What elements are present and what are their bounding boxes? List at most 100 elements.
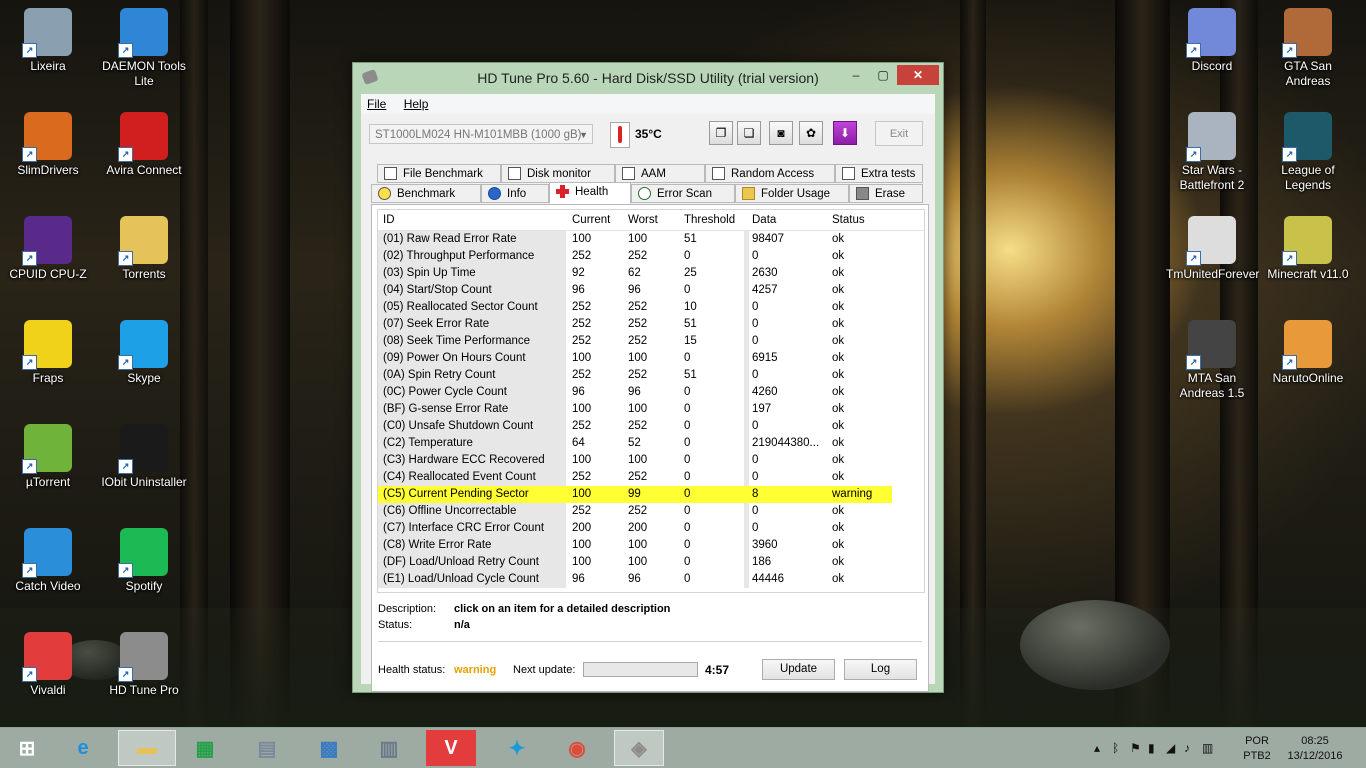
- table-row[interactable]: (04) Start/Stop Count 96 96 0 4257 ok: [378, 282, 924, 299]
- taskbar-explorer[interactable]: ▬: [118, 730, 176, 766]
- exit-button[interactable]: Exit: [875, 121, 923, 146]
- desktop-icon[interactable]: ↗ CPUID CPU-Z: [2, 216, 94, 282]
- desktop-icon[interactable]: ↗ Skype: [98, 320, 190, 386]
- col-threshold[interactable]: Threshold: [684, 214, 735, 226]
- tab-extra-tests[interactable]: Extra tests: [835, 164, 923, 183]
- taskbar-kodi[interactable]: ✦: [492, 730, 542, 766]
- taskbar-hdtune[interactable]: ◈: [614, 730, 664, 766]
- table-row[interactable]: (03) Spin Up Time 92 62 25 2630 ok: [378, 265, 924, 282]
- table-row[interactable]: (09) Power On Hours Count 100 100 0 6915 ok: [378, 350, 924, 367]
- tab-file-benchmark[interactable]: File Benchmark: [377, 164, 501, 183]
- table-row[interactable]: (08) Seek Time Performance 252 252 15 0 ok: [378, 333, 924, 350]
- col-current[interactable]: Current: [572, 214, 610, 226]
- speaker-icon[interactable]: ♪: [1184, 741, 1190, 755]
- col-status[interactable]: Status: [832, 214, 865, 226]
- network-signal-icon[interactable]: ◢: [1166, 741, 1175, 755]
- minimize-button[interactable]: –: [843, 65, 869, 85]
- tray-expand-icon[interactable]: ▴: [1094, 741, 1100, 755]
- desktop-icon[interactable]: ↗ Spotify: [98, 528, 190, 594]
- tab-random-access[interactable]: Random Access: [705, 164, 835, 183]
- clock[interactable]: 08:25 13/12/2016: [1280, 734, 1350, 764]
- table-row[interactable]: (C6) Offline Uncorrectable 252 252 0 0 ok: [378, 503, 924, 520]
- taskbar-calculator[interactable]: ▥: [364, 730, 414, 766]
- table-row[interactable]: (DF) Load/Unload Retry Count 100 100 0 186 ok: [378, 554, 924, 571]
- desktop-icon[interactable]: ↗ Lixeira: [2, 8, 94, 74]
- copy-all-button[interactable]: ❏: [737, 121, 761, 145]
- table-row[interactable]: (05) Reallocated Sector Count 252 252 10 0 ok: [378, 299, 924, 316]
- table-row[interactable]: (C0) Unsafe Shutdown Count 252 252 0 0 ok: [378, 418, 924, 435]
- taskbar-chrome[interactable]: ◉: [552, 730, 602, 766]
- maximize-button[interactable]: ▢: [870, 65, 896, 85]
- col-worst[interactable]: Worst: [628, 214, 658, 226]
- desktop-icon[interactable]: ↗ Star Wars - Battlefront 2: [1166, 112, 1258, 193]
- desktop-icon[interactable]: ↗ DAEMON Tools Lite: [98, 8, 190, 89]
- flag-icon[interactable]: ⚑: [1130, 741, 1141, 755]
- language-indicator[interactable]: POR PTB2: [1240, 734, 1274, 764]
- desktop-icon[interactable]: ↗ Torrents: [98, 216, 190, 282]
- options-button[interactable]: ✿: [799, 121, 823, 145]
- desktop-icon[interactable]: ↗ League of Legends: [1262, 112, 1354, 193]
- taskbar-ie[interactable]: e: [58, 730, 108, 766]
- table-row[interactable]: (C4) Reallocated Event Count 252 252 0 0 ok: [378, 469, 924, 486]
- desktop-icon[interactable]: ↗ Avira Connect: [98, 112, 190, 178]
- taskbar-control[interactable]: ▩: [304, 730, 354, 766]
- taskbar-store[interactable]: ▦: [180, 730, 230, 766]
- table-row[interactable]: (C7) Interface CRC Error Count 200 200 0 0 ok: [378, 520, 924, 537]
- table-row[interactable]: (0A) Spin Retry Count 252 252 51 0 ok: [378, 367, 924, 384]
- screenshot-button[interactable]: ◙: [769, 121, 793, 145]
- table-row[interactable]: (E1) Load/Unload Cycle Count 96 96 0 44446 ok: [378, 571, 924, 588]
- desktop-icon[interactable]: ↗ Fraps: [2, 320, 94, 386]
- taskbar-vivaldi[interactable]: V: [426, 730, 476, 766]
- tab-erase[interactable]: Erase: [849, 184, 923, 203]
- taskbar-start[interactable]: ⊞: [2, 730, 52, 766]
- table-row[interactable]: (0C) Power Cycle Count 96 96 0 4260 ok: [378, 384, 924, 401]
- battery-icon[interactable]: ▮: [1148, 741, 1155, 755]
- taskbar-monitor[interactable]: ▤: [242, 730, 292, 766]
- table-row[interactable]: (BF) G-sense Error Rate 100 100 0 197 ok: [378, 401, 924, 418]
- desktop-icon-label: Torrents: [122, 267, 166, 281]
- close-button[interactable]: ✕: [897, 65, 939, 85]
- desktop-icon[interactable]: ↗ µTorrent: [2, 424, 94, 490]
- col-data[interactable]: Data: [752, 214, 776, 226]
- tab-aam[interactable]: AAM: [615, 164, 705, 183]
- desktop-icon[interactable]: ↗ TmUnitedForever: [1166, 216, 1259, 282]
- table-row[interactable]: (01) Raw Read Error Rate 100 100 51 98407 ok: [378, 231, 924, 248]
- tab-folder-usage[interactable]: Folder Usage: [735, 184, 849, 203]
- table-row[interactable]: (C5) Current Pending Sector 100 99 0 8 warnin…: [378, 486, 892, 503]
- table-row[interactable]: (C2) Temperature 64 52 0 219044380... ok: [378, 435, 924, 452]
- desktop-icon[interactable]: ↗ NarutoOnline: [1262, 320, 1354, 386]
- save-button[interactable]: ⬇: [833, 121, 857, 145]
- table-row[interactable]: (C8) Write Error Rate 100 100 0 3960 ok: [378, 537, 924, 554]
- log-button[interactable]: Log: [844, 659, 917, 680]
- tab-benchmark[interactable]: Benchmark: [371, 184, 481, 203]
- usb-icon[interactable]: ▥: [1202, 741, 1213, 755]
- desktop-icon[interactable]: ↗ Discord: [1166, 8, 1258, 74]
- table-row[interactable]: (02) Throughput Performance 252 252 0 0 ok: [378, 248, 924, 265]
- cell-id: (C8) Write Error Rate: [378, 537, 566, 554]
- tab-info[interactable]: Info: [481, 184, 549, 203]
- menu-file[interactable]: File: [367, 94, 392, 111]
- tab-error-scan[interactable]: Error Scan: [631, 184, 735, 203]
- desktop-icon[interactable]: ↗ HD Tune Pro: [98, 632, 190, 698]
- desktop-icon[interactable]: ↗ GTA San Andreas: [1262, 8, 1354, 89]
- table-row[interactable]: (07) Seek Error Rate 252 252 51 0 ok: [378, 316, 924, 333]
- desktop-icon[interactable]: ↗ Minecraft v11.0: [1262, 216, 1354, 282]
- tab-disk-monitor[interactable]: Disk monitor: [501, 164, 615, 183]
- desktop-icon[interactable]: ↗ Vivaldi: [2, 632, 94, 698]
- desktop-icon[interactable]: ↗ MTA San Andreas 1.5: [1166, 320, 1258, 401]
- cell-status: ok: [832, 573, 845, 585]
- menu-help[interactable]: Help: [404, 94, 435, 111]
- title-bar[interactable]: HD Tune Pro 5.60 - Hard Disk/SSD Utility…: [353, 63, 943, 93]
- desktop-icon[interactable]: ↗ Catch Video: [2, 528, 94, 594]
- table-row[interactable]: (C3) Hardware ECC Recovered 100 100 0 0 ok: [378, 452, 924, 469]
- drive-select[interactable]: ST1000LM024 HN-M101MBB (1000 gB) ▼: [369, 124, 593, 144]
- col-id[interactable]: ID: [383, 214, 395, 226]
- tab-health[interactable]: Health: [549, 182, 631, 204]
- update-button[interactable]: Update: [762, 659, 835, 680]
- desktop-icon[interactable]: ↗ SlimDrivers: [2, 112, 94, 178]
- copy-text-button[interactable]: ❐: [709, 121, 733, 145]
- smart-table[interactable]: ID Current Worst Threshold Data Status (…: [377, 209, 925, 593]
- bluetooth-icon[interactable]: ᛒ: [1112, 741, 1119, 755]
- clock-time: 08:25: [1301, 735, 1329, 747]
- desktop-icon[interactable]: ↗ IObit Uninstaller: [98, 424, 190, 490]
